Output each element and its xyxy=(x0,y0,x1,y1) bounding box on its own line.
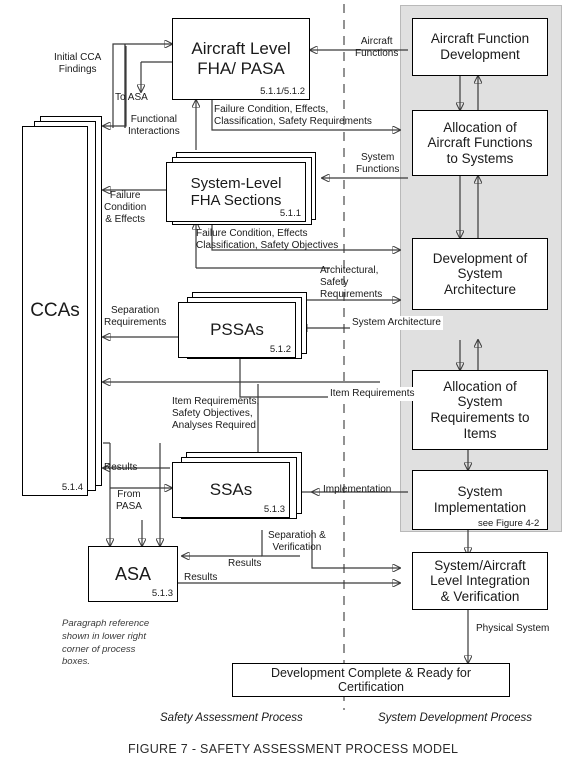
column-title-safety-assessment: Safety Assessment Process xyxy=(160,712,303,724)
paragraph-ref: 5.1.2 xyxy=(269,344,291,356)
box-label: Allocation of System Requirements to Ite… xyxy=(430,378,530,441)
box-label: System Implementation xyxy=(433,484,527,515)
flow-label-failure-condition-safety-requirements: Failure Condition, Effects, Classificati… xyxy=(214,104,372,127)
box-label: System/Aircraft Level Integration & Veri… xyxy=(430,557,530,604)
flow-label-system-architecture: System Architecture xyxy=(350,316,443,330)
box-allocation-aircraft-functions[interactable]: Allocation of Aircraft Functions to Syst… xyxy=(412,110,548,176)
flow-label-system-functions: System Functions xyxy=(356,152,400,175)
paragraph-ref: 5.1.1 xyxy=(279,208,301,220)
flow-label-functional-interactions: Functional Interactions xyxy=(128,114,180,137)
flow-label-results-bottom: Results xyxy=(184,572,218,583)
flow-label-aircraft-functions: Aircraft Functions xyxy=(355,36,399,59)
flow-label-separation-verification: Separation & Verification xyxy=(268,530,326,553)
flow-label-item-requirements: Item Requirements xyxy=(328,387,417,401)
figure-caption: FIGURE 7 - SAFETY ASSESSMENT PROCESS MOD… xyxy=(128,742,459,756)
box-allocation-system-requirements[interactable]: Allocation of System Requirements to Ite… xyxy=(412,370,548,450)
box-label: Aircraft Level FHA/ PASA xyxy=(191,39,291,78)
paragraph-ref: 5.1.4 xyxy=(61,482,83,494)
box-label: PSSAs xyxy=(210,320,264,340)
box-label: ASA xyxy=(114,563,152,584)
box-asa[interactable]: ASA 5.1.3 xyxy=(88,546,178,602)
flow-label-to-asa: To ASA xyxy=(115,92,148,103)
box-label: Allocation of Aircraft Functions to Syst… xyxy=(427,119,533,166)
box-label: Development of System Architecture xyxy=(432,250,528,297)
flow-label-from-pasa: From PASA xyxy=(116,489,142,512)
box-development-system-architecture[interactable]: Development of System Architecture xyxy=(412,238,548,310)
box-label: System-Level FHA Sections xyxy=(190,174,282,209)
box-label: SSAs xyxy=(209,480,253,500)
box-development-complete[interactable]: Development Complete & Ready for Certifi… xyxy=(232,663,510,697)
figure-canvas: Aircraft Level FHA/ PASA 5.1.1/5.1.2 Sys… xyxy=(0,0,567,768)
paragraph-ref: 5.1.3 xyxy=(263,504,285,516)
flow-label-implementation: Implementation xyxy=(323,484,392,495)
box-system-level-fha-sections[interactable]: System-Level FHA Sections 5.1.1 xyxy=(166,162,306,222)
flow-label-separation-requirements: Separation Requirements xyxy=(104,305,167,328)
flow-label-item-requirements-safety-objectives: Item Requirements, Safety Objectives, An… xyxy=(172,396,260,431)
paragraph-ref: 5.1.1/5.1.2 xyxy=(260,86,305,98)
box-system-aircraft-integration[interactable]: System/Aircraft Level Integration & Veri… xyxy=(412,552,548,610)
flow-label-results-mid: Results xyxy=(228,558,262,569)
box-aircraft-function-development[interactable]: Aircraft Function Development xyxy=(412,18,548,76)
flow-label-fc-classification-safety-objectives: Failure Condition, Effects Classificatio… xyxy=(196,228,339,251)
box-label: Development Complete & Ready for Certifi… xyxy=(270,665,472,694)
box-ssas[interactable]: SSAs 5.1.3 xyxy=(172,462,290,518)
flow-label-physical-system: Physical System xyxy=(476,623,550,634)
flow-label-initial-cca-findings: Initial CCA Findings xyxy=(54,52,102,75)
box-pssas[interactable]: PSSAs 5.1.2 xyxy=(178,302,296,358)
paragraph-ref: 5.1.3 xyxy=(151,588,173,600)
box-aircraft-level-fha-pasa[interactable]: Aircraft Level FHA/ PASA 5.1.1/5.1.2 xyxy=(172,18,310,100)
flow-label-failure-condition-effects: Failure Condition & Effects xyxy=(104,190,147,225)
column-title-system-development: System Development Process xyxy=(378,712,533,724)
flow-label-architectural-safety-requirements: Architectural, Safety Requirements xyxy=(320,265,383,300)
flow-label-results-left: Results xyxy=(104,462,138,473)
panel-note-see-figure: see Figure 4-2 xyxy=(478,518,540,529)
box-label: CCAs xyxy=(30,300,80,322)
box-label: Aircraft Function Development xyxy=(430,31,530,62)
legend-note: Paragraph reference shown in lower right… xyxy=(62,618,150,668)
box-ccas[interactable]: CCAs 5.1.4 xyxy=(22,126,88,496)
